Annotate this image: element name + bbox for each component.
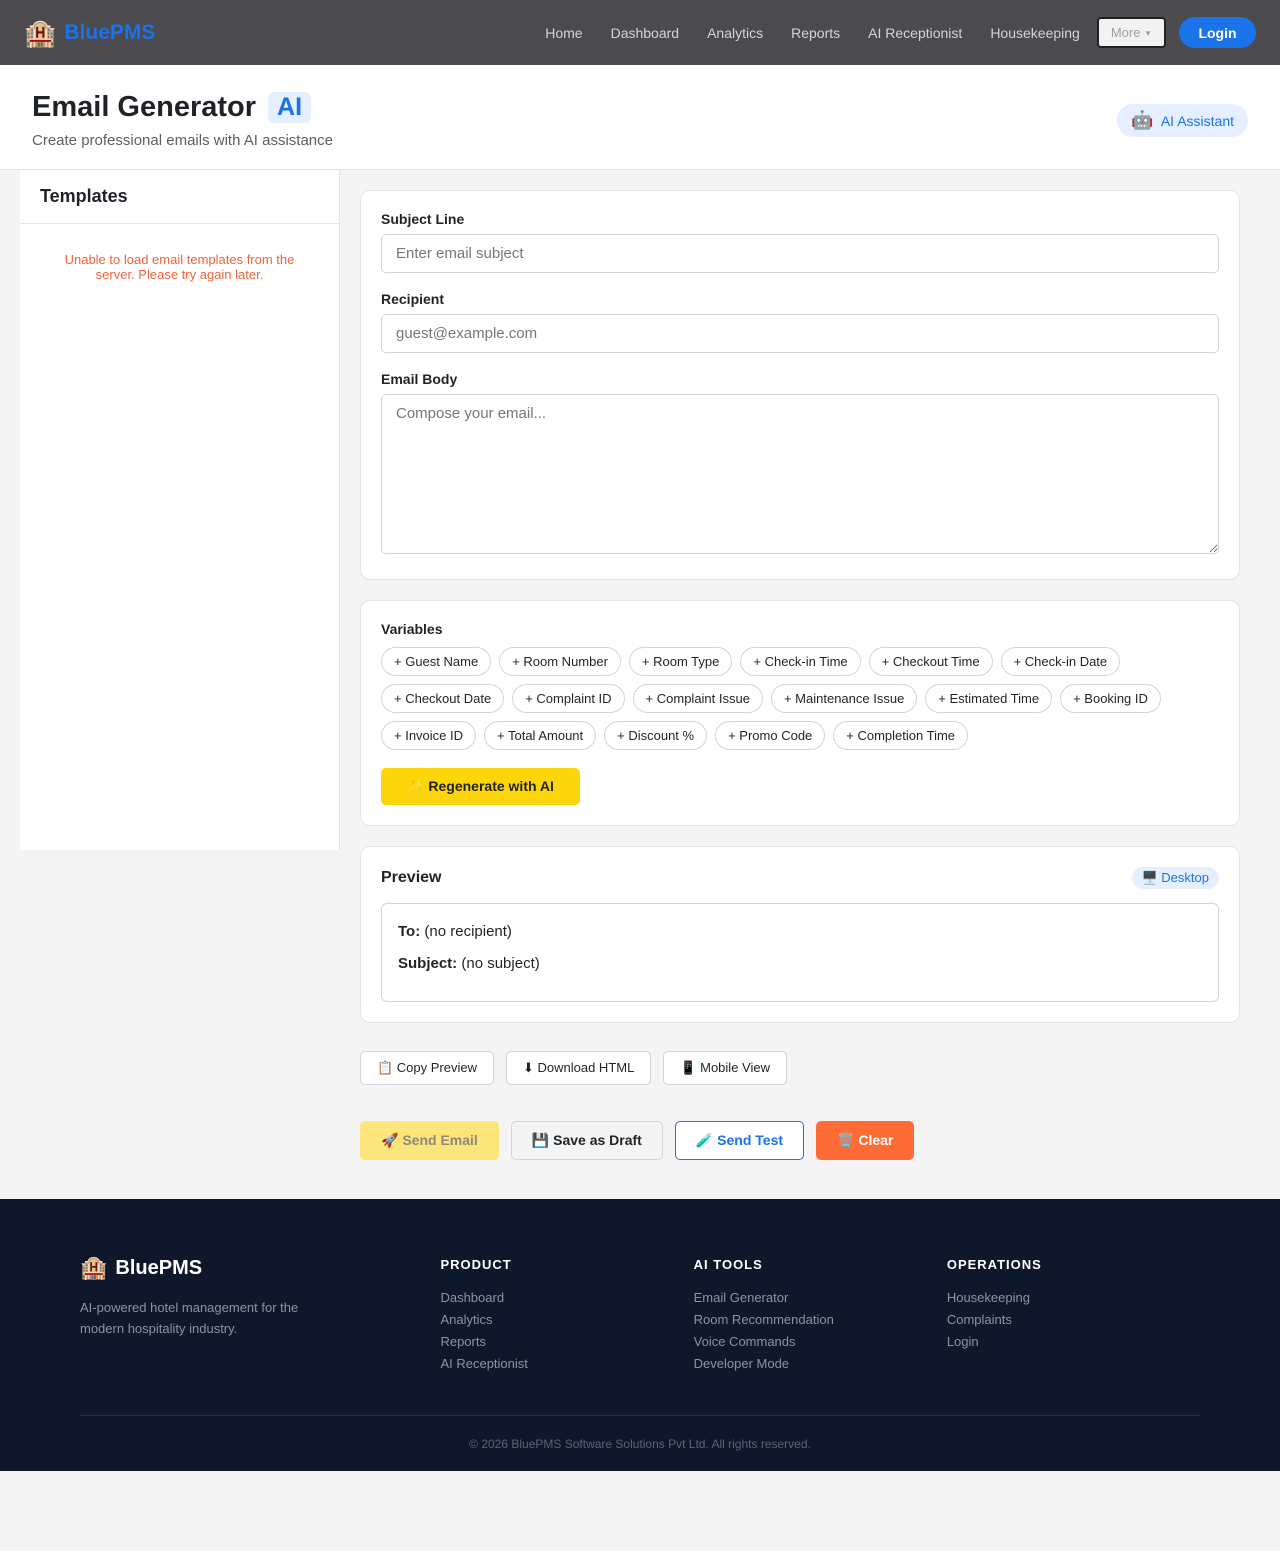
preview-mode-badge: 🖥️ Desktop: [1131, 867, 1219, 889]
more-label: More: [1110, 25, 1141, 40]
footer-copyright: © 2026 BluePMS Software Solutions Pvt Lt…: [80, 1415, 1200, 1471]
footer-link-reports[interactable]: Reports: [440, 1334, 693, 1349]
brand-name: BluePMS: [64, 20, 156, 44]
nav-link-reports[interactable]: Reports: [777, 25, 854, 41]
templates-title: Templates: [20, 170, 339, 224]
footer-col-product: PRODUCT Dashboard Analytics Reports AI R…: [440, 1255, 693, 1415]
email-form-card: Subject Line Recipient Email Body: [360, 190, 1240, 580]
variable-chip-checkout-date[interactable]: + Checkout Date: [381, 684, 505, 713]
variable-chip-guest-name[interactable]: + Guest Name: [381, 647, 492, 676]
variables-title: Variables: [381, 621, 443, 637]
subject-label: Subject Line: [381, 211, 465, 227]
footer-col-operations: OPERATIONS Housekeeping Complaints Login: [947, 1255, 1200, 1415]
top-nav: 🏨 BluePMS Home Dashboard Analytics Repor…: [0, 0, 1280, 65]
footer-link-dashboard[interactable]: Dashboard: [440, 1290, 693, 1305]
ai-assistant-button[interactable]: 🤖 AI Assistant: [1117, 104, 1248, 137]
variable-chip-invoice-id[interactable]: + Invoice ID: [381, 721, 477, 750]
download-html-button[interactable]: ⬇ Download HTML: [506, 1051, 652, 1085]
preview-card: Preview 🖥️ Desktop To: (no recipient) Su…: [360, 846, 1240, 1023]
more-dropdown-button[interactable]: More ▼: [1096, 17, 1166, 48]
variable-chip-room-type[interactable]: + Room Type: [628, 647, 733, 676]
email-actions: 🚀 Send Email 💾 Save as Draft 🧪 Send Test…: [360, 1121, 1240, 1160]
preview-to-label: To:: [398, 923, 421, 940]
send-test-button[interactable]: 🧪 Send Test: [674, 1121, 805, 1160]
variable-chip-completion-time[interactable]: + Completion Time: [833, 721, 969, 750]
variable-chips: + Guest Name + Room Number + Room Type +…: [381, 647, 1219, 750]
footer-link-email-generator[interactable]: Email Generator: [694, 1290, 947, 1305]
footer-link-analytics[interactable]: Analytics: [440, 1312, 693, 1327]
templates-error-message: Unable to load email templates from the …: [64, 252, 295, 282]
clear-button[interactable]: 🗑️ Clear: [816, 1121, 915, 1160]
templates-sidebar: Templates Unable to load email templates…: [20, 170, 340, 850]
footer-col-ai-tools: AI TOOLS Email Generator Room Recommenda…: [694, 1255, 947, 1415]
subject-input[interactable]: [381, 234, 1219, 273]
nav-links: Home Dashboard Analytics Reports AI Rece…: [531, 17, 1256, 48]
preview-subject-label: Subject:: [398, 955, 458, 972]
mobile-view-button[interactable]: 📱 Mobile View: [663, 1051, 787, 1085]
nav-link-home[interactable]: Home: [531, 25, 596, 41]
nav-link-dashboard[interactable]: Dashboard: [597, 25, 694, 41]
editor-content: Subject Line Recipient Email Body Variab…: [360, 170, 1240, 1199]
nav-link-analytics[interactable]: Analytics: [693, 25, 777, 41]
page-subtitle: Create professional emails with AI assis…: [32, 132, 333, 149]
variable-chip-complaint-issue[interactable]: + Complaint Issue: [632, 684, 763, 713]
variable-chip-discount[interactable]: + Discount %: [604, 721, 708, 750]
nav-link-ai-receptionist[interactable]: AI Receptionist: [854, 25, 976, 41]
preview-to-value: (no recipient): [424, 923, 512, 940]
chevron-down-icon: ▼: [1144, 29, 1152, 39]
footer-col-title: PRODUCT: [440, 1257, 512, 1272]
hotel-icon: 🏨: [24, 17, 57, 48]
variable-chip-complaint-id[interactable]: + Complaint ID: [512, 684, 625, 713]
variable-chip-check-in-time[interactable]: + Check-in Time: [740, 647, 861, 676]
brand-logo[interactable]: 🏨 BluePMS: [24, 20, 155, 46]
preview-tools: 📋 Copy Preview ⬇ Download HTML 📱 Mobile …: [360, 1051, 1240, 1085]
footer-hotel-icon: 🏨: [80, 1255, 108, 1280]
variable-chip-maintenance-issue[interactable]: + Maintenance Issue: [770, 684, 918, 713]
nav-link-housekeeping[interactable]: Housekeeping: [976, 25, 1094, 41]
login-button[interactable]: Login: [1179, 17, 1256, 48]
footer-link-login[interactable]: Login: [947, 1334, 1200, 1349]
footer-link-ai-receptionist[interactable]: AI Receptionist: [440, 1356, 693, 1371]
page-header: Email Generator AI Create professional e…: [0, 65, 1280, 170]
variable-chip-total-amount[interactable]: + Total Amount: [484, 721, 597, 750]
save-draft-button[interactable]: 💾 Save as Draft: [510, 1121, 663, 1160]
preview-subject-value: (no subject): [461, 955, 540, 972]
ai-badge: AI: [268, 92, 312, 123]
footer-link-room-recommendation[interactable]: Room Recommendation: [694, 1312, 947, 1327]
send-email-button[interactable]: 🚀 Send Email: [360, 1121, 499, 1160]
variable-chip-room-number[interactable]: + Room Number: [499, 647, 621, 676]
regenerate-ai-button[interactable]: ✨ Regenerate with AI: [381, 768, 580, 805]
recipient-label: Recipient: [381, 291, 445, 307]
variable-chip-checkout-time[interactable]: + Checkout Time: [868, 647, 993, 676]
recipient-input[interactable]: [381, 314, 1219, 353]
email-body-label: Email Body: [381, 371, 458, 387]
page-title: Email Generator: [32, 91, 257, 123]
footer-link-voice-commands[interactable]: Voice Commands: [694, 1334, 947, 1349]
variable-chip-estimated-time[interactable]: + Estimated Time: [925, 684, 1053, 713]
preview-box: To: (no recipient) Subject: (no subject): [381, 903, 1219, 1002]
main-area: Templates Unable to load email templates…: [0, 170, 1280, 1199]
footer-link-housekeeping[interactable]: Housekeeping: [947, 1290, 1200, 1305]
footer-description: AI-powered hotel management for the mode…: [80, 1300, 299, 1336]
ai-assistant-label: AI Assistant: [1160, 112, 1234, 129]
footer-col-title: AI TOOLS: [693, 1257, 763, 1272]
footer-brand-name: BluePMS: [115, 1256, 203, 1279]
variable-chip-check-in-date[interactable]: + Check-in Date: [1000, 647, 1121, 676]
variable-chip-promo-code[interactable]: + Promo Code: [715, 721, 826, 750]
variables-card: Variables + Guest Name + Room Number + R…: [360, 600, 1240, 826]
footer-link-complaints[interactable]: Complaints: [947, 1312, 1200, 1327]
footer-link-developer-mode[interactable]: Developer Mode: [694, 1356, 947, 1371]
email-body-textarea[interactable]: [381, 394, 1219, 554]
preview-to: To: (no recipient): [398, 923, 1202, 940]
footer-col-title: OPERATIONS: [946, 1257, 1042, 1272]
copy-preview-button[interactable]: 📋 Copy Preview: [360, 1051, 494, 1085]
preview-subject: Subject: (no subject): [398, 955, 1202, 972]
preview-title: Preview: [381, 869, 442, 886]
robot-icon: 🤖: [1131, 110, 1154, 130]
variable-chip-booking-id[interactable]: + Booking ID: [1060, 684, 1161, 713]
site-footer: 🏨 BluePMS AI-powered hotel management fo…: [0, 1199, 1280, 1471]
